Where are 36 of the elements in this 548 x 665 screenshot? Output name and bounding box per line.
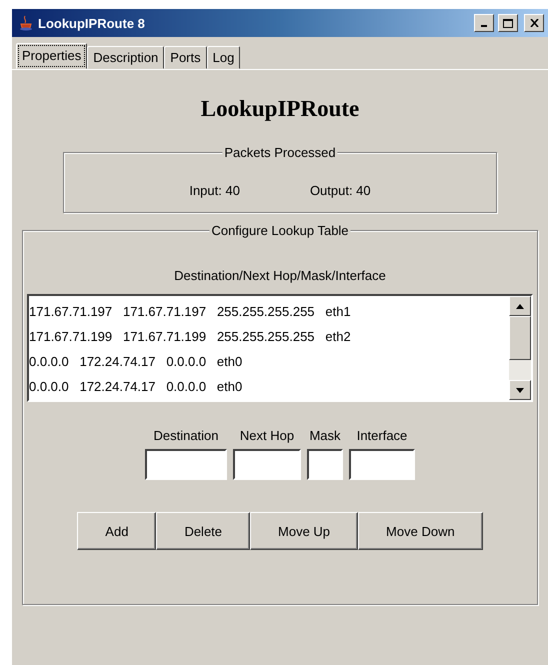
list-caption: Destination/Next Hop/Mask/Interface — [174, 268, 386, 283]
field-label: Mask — [309, 428, 341, 443]
maximize-button[interactable] — [498, 14, 518, 32]
coffee-cup-icon — [18, 15, 34, 31]
input-field[interactable] — [145, 449, 227, 480]
action-button[interactable]: Move Down — [358, 512, 483, 550]
field-label: Next Hop — [240, 428, 294, 443]
input-field[interactable] — [307, 449, 343, 480]
group-title: Configure Lookup Table — [209, 223, 351, 238]
route-entry[interactable]: 171.67.71.197 171.67.71.197 255.255.255.255 eth1 — [29, 299, 509, 324]
down-arrow-icon — [516, 388, 524, 392]
component-heading: LookupIPRoute — [200, 96, 360, 122]
route-entry[interactable]: 0.0.0.0 172.24.74.17 0.0.0.0 eth0 — [29, 349, 509, 374]
group-title: Packets Processed — [222, 145, 338, 160]
tab[interactable]: Properties — [16, 43, 88, 69]
field-label: Destination — [153, 428, 219, 443]
input-field[interactable] — [349, 449, 415, 480]
close-icon — [530, 19, 538, 27]
action-button[interactable]: Delete — [156, 512, 250, 550]
field-label: Interface — [356, 428, 408, 443]
tab[interactable]: Ports — [164, 46, 207, 69]
window-title: LookupIPRoute 8 — [38, 16, 146, 30]
maximize-icon — [503, 18, 513, 28]
route-entry[interactable]: 0.0.0.0 172.24.74.17 0.0.0.0 eth0 — [29, 374, 509, 399]
scrollbar[interactable] — [509, 296, 531, 400]
up-arrow-icon — [516, 304, 524, 308]
tab[interactable]: Description — [87, 46, 164, 69]
input-field[interactable] — [233, 449, 301, 480]
tab[interactable]: Log — [206, 46, 240, 69]
close-button[interactable] — [524, 14, 544, 32]
action-button[interactable]: Move Up — [250, 512, 358, 550]
output-count: Output: 40 — [310, 183, 371, 198]
action-button[interactable]: Add — [77, 512, 156, 550]
input-count: Input: 40 — [189, 183, 240, 198]
minimize-button[interactable] — [474, 14, 494, 32]
route-entry[interactable]: 171.67.71.199 171.67.71.199 255.255.255.255 eth2 — [29, 324, 509, 349]
